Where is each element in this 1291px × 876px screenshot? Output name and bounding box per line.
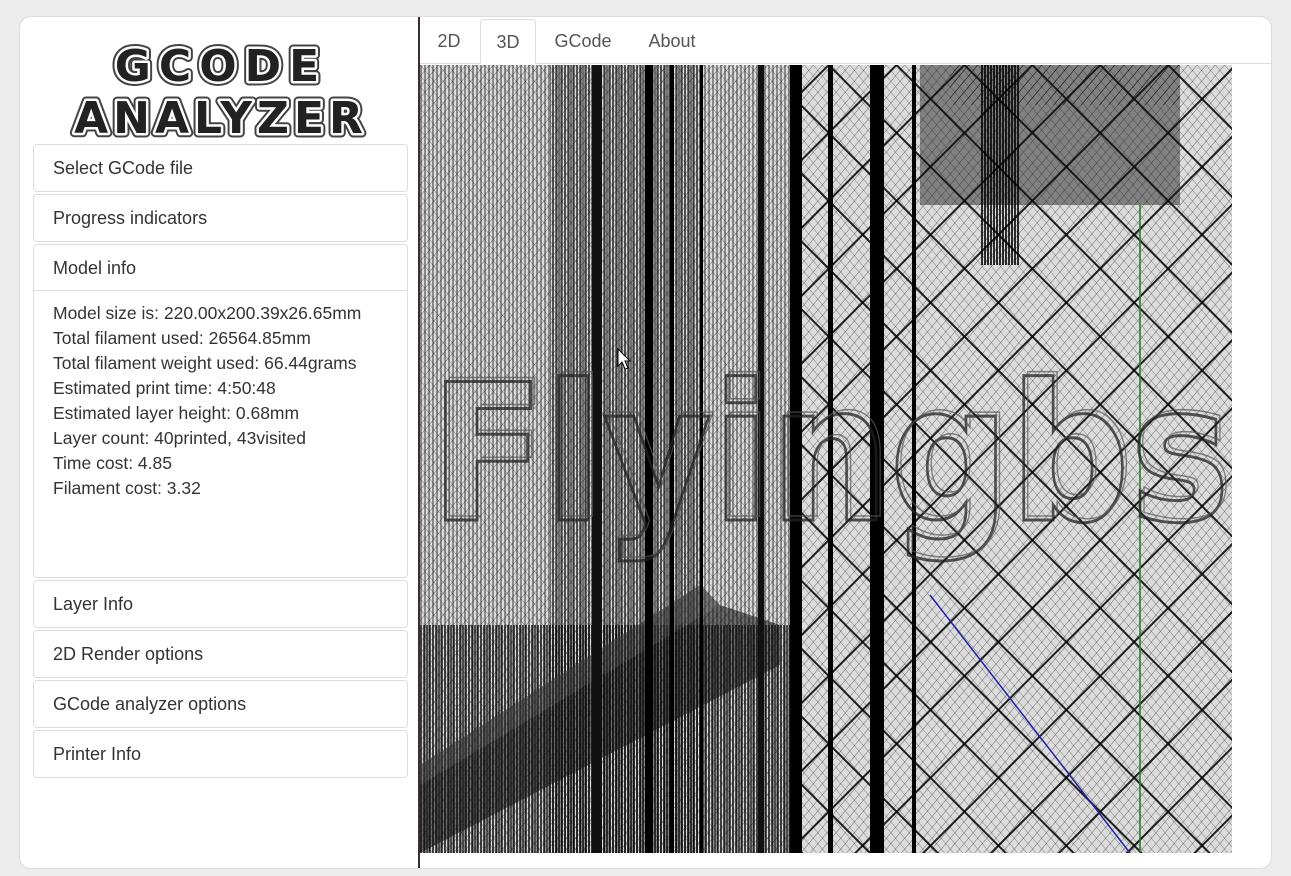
tab-3d[interactable]: 3D xyxy=(480,19,536,64)
panel-header-select-gcode-file[interactable]: Select GCode file xyxy=(34,145,407,191)
panel-header-progress-indicators[interactable]: Progress indicators xyxy=(34,195,407,241)
panel-header-layer-info[interactable]: Layer Info xyxy=(34,581,407,627)
filament-used-line: Total filament used: 26564.85mm xyxy=(53,328,311,348)
svg-text:ANALYZER: ANALYZER xyxy=(74,93,368,143)
print-time-line: Estimated print time: 4:50:48 xyxy=(53,378,276,398)
panel-header-model-info[interactable]: Model info xyxy=(34,245,407,291)
panel-2d-render-options: 2D Render options xyxy=(33,630,408,678)
tab-gcode[interactable]: GCode xyxy=(546,19,620,64)
gcode-analyzer-logo: GCODE GCODE GCODE ANALYZER ANALYZER ANAL… xyxy=(36,35,406,144)
model-info-body: Model size is: 220.00x200.39x26.65mm Tot… xyxy=(34,291,407,519)
svg-text:GCODE: GCODE xyxy=(115,41,327,92)
view-tabs: 2D 3D GCode About xyxy=(420,17,1271,64)
tab-about[interactable]: About xyxy=(632,19,712,64)
panel-header-printer-info[interactable]: Printer Info xyxy=(34,731,407,777)
model-size-line: Model size is: 220.00x200.39x26.65mm xyxy=(53,303,362,323)
3d-render-canvas[interactable]: Flyingbs Flyingbs xyxy=(420,65,1232,853)
panel-gcode-analyzer-options: GCode analyzer options xyxy=(33,680,408,728)
panel-header-gcode-analyzer-options[interactable]: GCode analyzer options xyxy=(34,681,407,727)
panel-layer-info: Layer Info xyxy=(33,580,408,628)
panel-header-2d-render-options[interactable]: 2D Render options xyxy=(34,631,407,677)
time-cost-line: Time cost: 4.85 xyxy=(53,453,172,473)
panel-model-info: Model info Model size is: 220.00x200.39x… xyxy=(33,244,408,578)
layer-height-line: Estimated layer height: 0.68mm xyxy=(53,403,300,423)
panel-printer-info: Printer Info xyxy=(33,730,408,778)
main-content: 2D 3D GCode About Flyingbs Flyingbs xyxy=(420,17,1271,868)
filament-weight-line: Total filament weight used: 66.44grams xyxy=(53,353,357,373)
panel-select-gcode-file: Select GCode file xyxy=(33,144,408,192)
tab-2d[interactable]: 2D xyxy=(428,19,470,64)
layer-count-line: Layer count: 40printed, 43visited xyxy=(53,428,306,448)
svg-text:Flyingbs: Flyingbs xyxy=(434,340,1232,561)
panel-progress-indicators: Progress indicators xyxy=(33,194,408,242)
app-window: GCODE GCODE GCODE ANALYZER ANALYZER ANAL… xyxy=(19,16,1272,869)
sidebar: GCODE GCODE GCODE ANALYZER ANALYZER ANAL… xyxy=(20,17,420,868)
filament-cost-line: Filament cost: 3.32 xyxy=(53,478,201,498)
